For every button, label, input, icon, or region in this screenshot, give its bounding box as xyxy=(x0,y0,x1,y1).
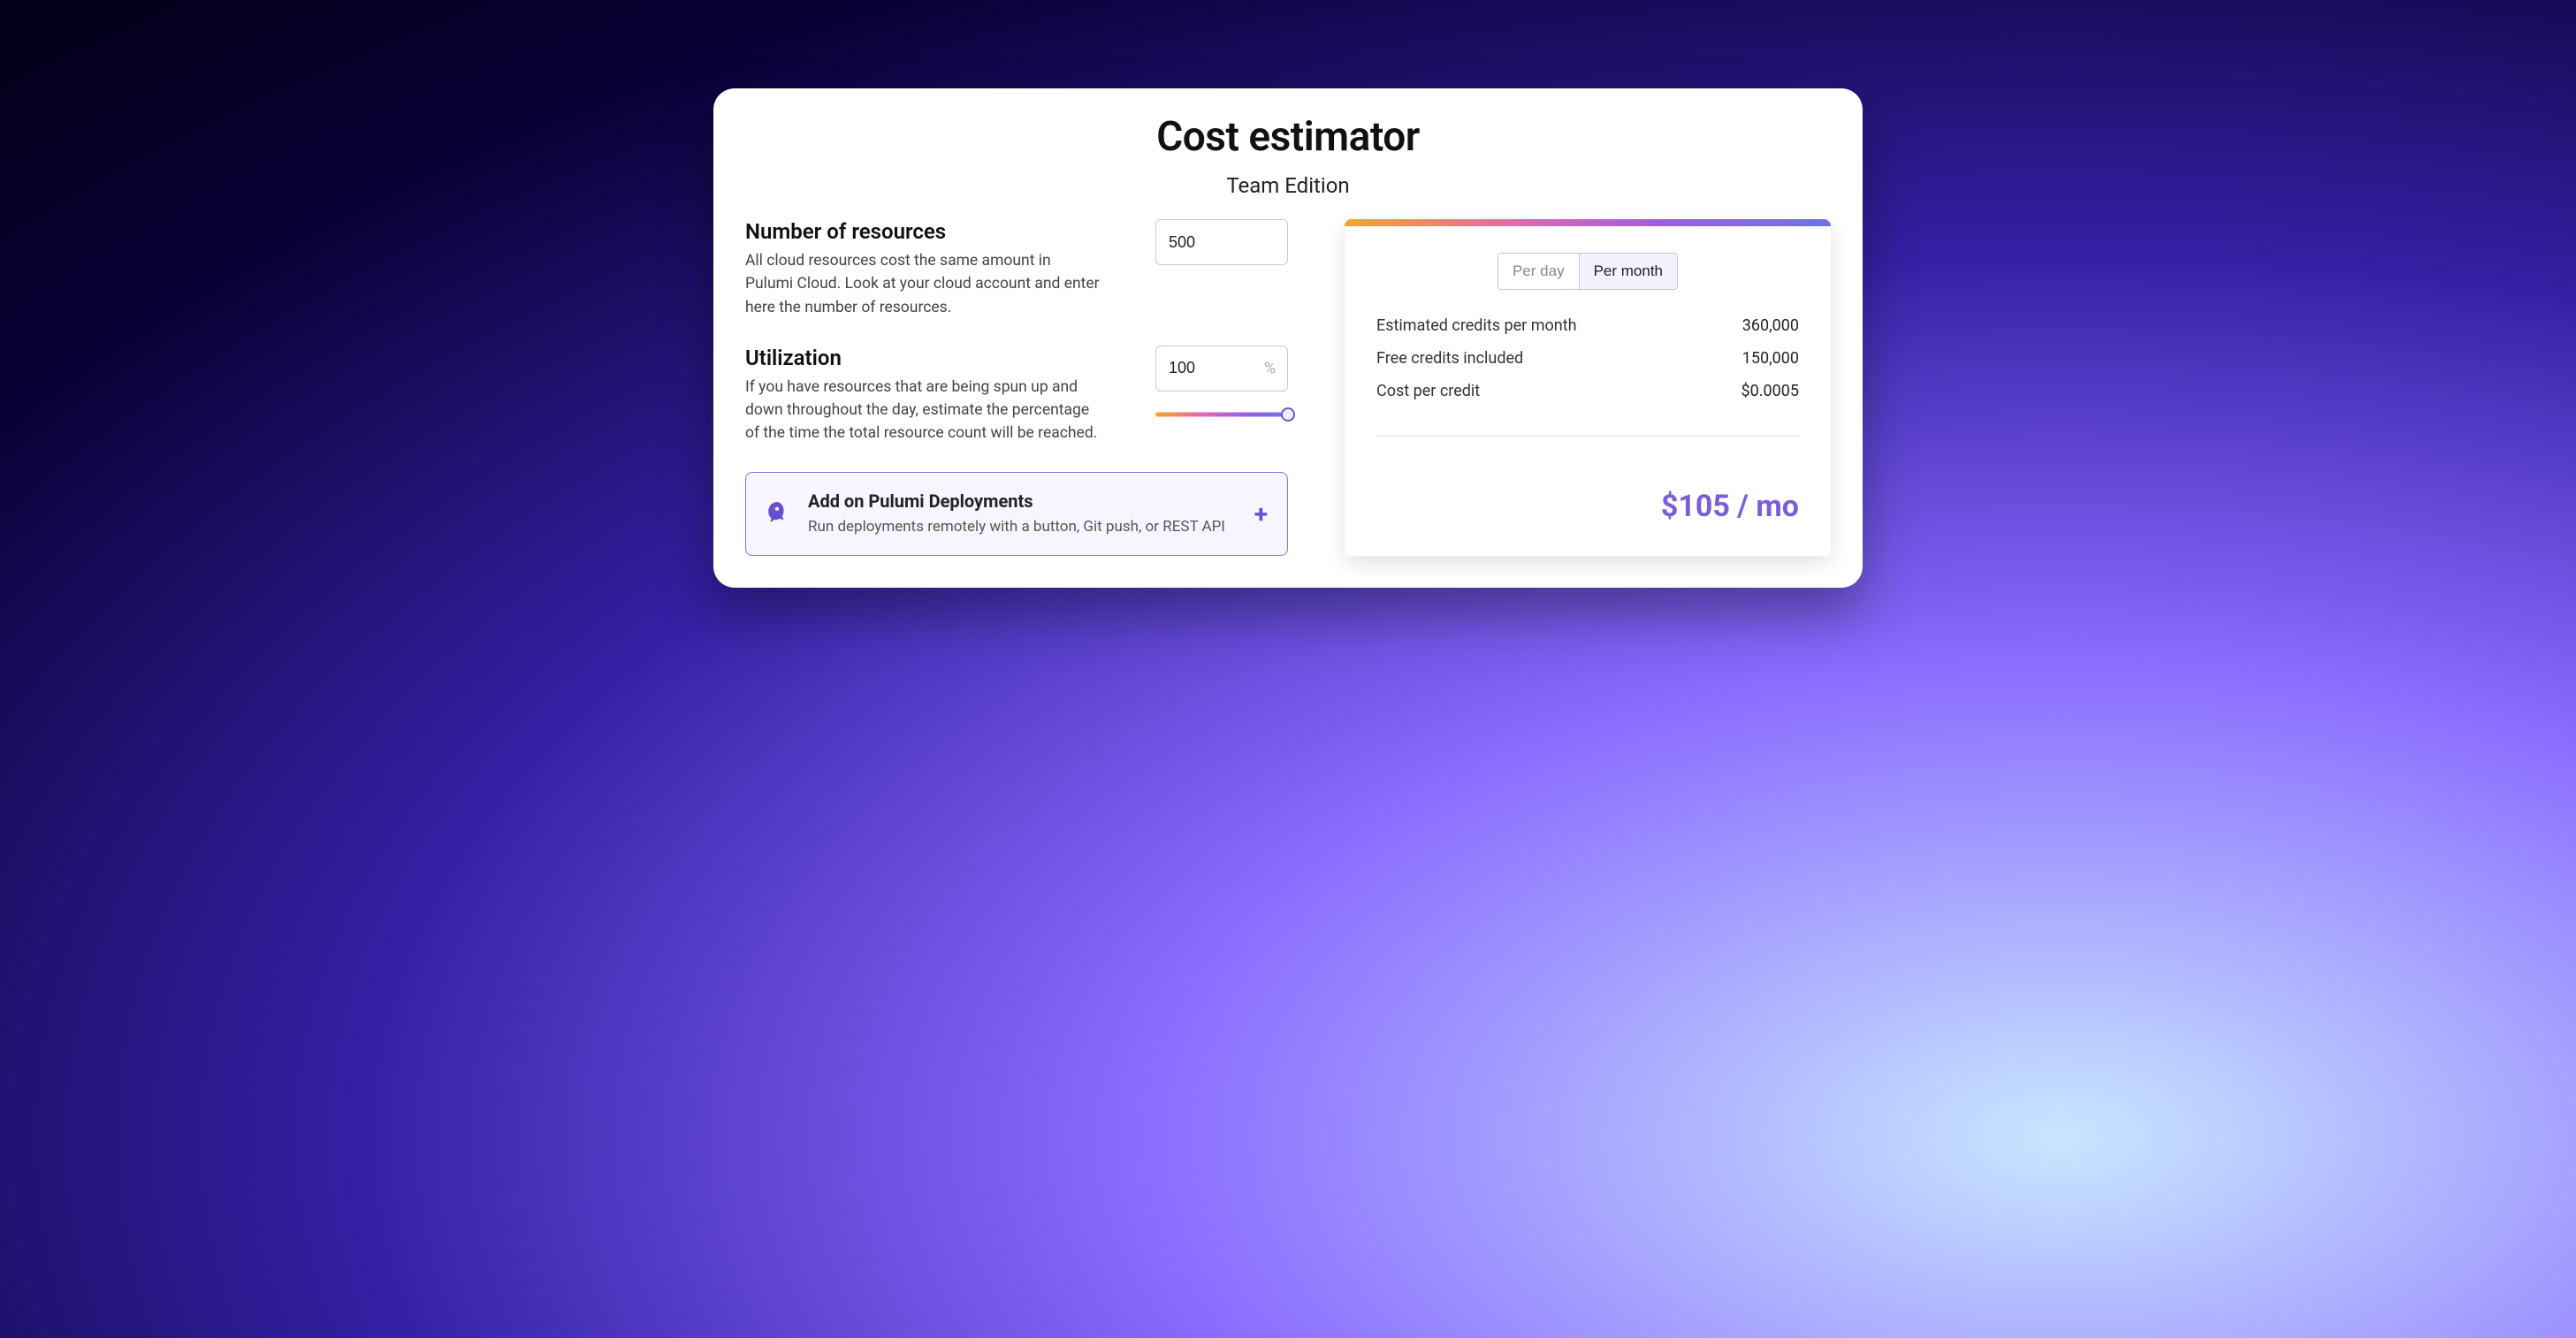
utilization-title: Utilization xyxy=(745,346,1102,370)
utilization-input[interactable] xyxy=(1155,346,1288,392)
summary-accent-bar xyxy=(1345,219,1831,226)
resources-title: Number of resources xyxy=(745,219,1102,244)
summary-panel: Per day Per month Estimated credits per … xyxy=(1345,219,1831,556)
plus-icon: + xyxy=(1254,499,1268,528)
resources-description: All cloud resources cost the same amount… xyxy=(745,249,1102,319)
addon-description: Run deployments remotely with a button, … xyxy=(808,517,1235,538)
page-subtitle: Team Edition xyxy=(745,173,1831,198)
total-cost: $105 / mo xyxy=(1376,480,1799,524)
rocket-icon xyxy=(766,500,789,527)
cost-estimator-card: Cost estimator Team Edition Number of re… xyxy=(713,88,1863,588)
toggle-per-month[interactable]: Per month xyxy=(1579,254,1677,289)
utilization-description: If you have resources that are being spu… xyxy=(745,376,1102,445)
addon-deployments[interactable]: Add on Pulumi Deployments Run deployment… xyxy=(745,472,1288,557)
line-value: 360,000 xyxy=(1742,316,1799,335)
toggle-per-day[interactable]: Per day xyxy=(1498,254,1579,289)
line-value: 150,000 xyxy=(1742,349,1799,368)
period-toggle: Per day Per month xyxy=(1376,253,1799,290)
resources-input[interactable] xyxy=(1155,219,1288,265)
slider-track xyxy=(1155,412,1288,416)
summary-divider xyxy=(1376,436,1799,437)
line-value: $0.0005 xyxy=(1741,382,1799,400)
line-item: Free credits included 150,000 xyxy=(1376,349,1799,368)
utilization-section: Utilization If you have resources that a… xyxy=(745,346,1288,445)
page-title: Cost estimator xyxy=(745,113,1831,161)
utilization-slider[interactable] xyxy=(1155,407,1288,422)
line-label: Estimated credits per month xyxy=(1376,316,1577,335)
line-item: Cost per credit $0.0005 xyxy=(1376,382,1799,400)
addon-title: Add on Pulumi Deployments xyxy=(808,490,1235,512)
slider-thumb[interactable] xyxy=(1281,407,1295,422)
line-label: Cost per credit xyxy=(1376,382,1480,400)
line-item: Estimated credits per month 360,000 xyxy=(1376,316,1799,335)
line-label: Free credits included xyxy=(1376,349,1523,368)
resources-section: Number of resources All cloud resources … xyxy=(745,219,1288,319)
